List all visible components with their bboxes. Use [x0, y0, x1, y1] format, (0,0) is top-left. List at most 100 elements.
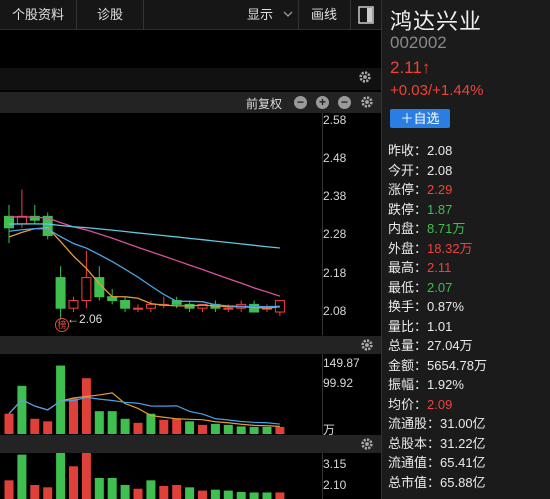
stat-value: 2.11 — [427, 260, 452, 275]
price-axis-label: 2.28 — [323, 227, 347, 242]
gear-icon[interactable] — [358, 70, 372, 84]
stat-row: 总市值：65.88亿 — [388, 473, 548, 493]
volume-bar — [120, 418, 130, 434]
stat-row: 跌停：1.87 — [388, 200, 548, 220]
indicator-axis-mid: 2.10 — [323, 478, 347, 492]
low-price-marker: ←2.06 — [67, 312, 103, 326]
stat-value: 18.32万 — [427, 240, 473, 256]
candle-body — [133, 307, 143, 310]
stat-value: 1.92% — [427, 377, 464, 392]
stat-label: 流通股： — [388, 416, 441, 431]
toolbar-separator — [350, 0, 351, 30]
stock-diagnosis-button[interactable]: 诊股 — [77, 0, 143, 30]
ma10-line — [8, 227, 280, 308]
indicator-bar — [223, 490, 233, 499]
kline-header: 前复权 − + − — [0, 92, 381, 113]
stat-row: 最高：2.11 — [388, 258, 548, 278]
indicator-bar — [56, 453, 66, 499]
price-axis-label: 2.18 — [323, 265, 347, 280]
current-price: 2.11↑ — [390, 58, 431, 77]
indicator-bar — [94, 477, 104, 499]
panel-toggle-icon[interactable] — [354, 0, 378, 30]
indicator-bar — [275, 492, 285, 499]
candle-body — [81, 277, 92, 302]
volume-bar — [159, 419, 169, 434]
stat-value: 2.29 — [427, 182, 453, 197]
volume-bar — [30, 418, 40, 434]
plus-icon[interactable]: + — [316, 96, 329, 109]
stock-profile-button[interactable]: 个股资料 — [0, 0, 76, 30]
stat-value: 2.09 — [427, 396, 453, 412]
stat-label: 外盘： — [388, 240, 428, 256]
adjust-mode-label[interactable]: 前复权 — [246, 95, 282, 112]
indicator-bar — [133, 488, 143, 499]
price-axis-label: 2.58 — [323, 112, 347, 127]
stat-value: 2.07 — [427, 279, 453, 295]
indicator-bar — [30, 484, 40, 499]
stat-row: 总量：27.04万 — [388, 336, 548, 356]
volume-bar — [198, 424, 207, 434]
volume-axis-max: 149.87 — [323, 356, 360, 370]
kline-chart[interactable] — [0, 113, 322, 335]
stat-label: 均价： — [388, 396, 428, 412]
stat-label: 总量： — [388, 338, 428, 353]
volume-bar — [69, 398, 78, 434]
stock-name: 鸿达兴业 — [390, 9, 483, 34]
chevron-down-icon[interactable] — [281, 0, 295, 30]
volume-bar — [172, 418, 182, 434]
volume-bar — [94, 411, 104, 434]
stat-row: 外盘：18.32万 — [388, 239, 548, 259]
minus-icon[interactable]: − — [338, 96, 351, 109]
volume-bar — [146, 413, 156, 434]
stat-row: 流通股：31.00亿 — [388, 414, 548, 434]
volume-bar — [275, 426, 285, 434]
axis-divider — [322, 113, 323, 335]
candle-body — [120, 300, 131, 309]
indicator-header — [0, 435, 381, 453]
candle-body — [68, 300, 79, 309]
stat-label: 量比： — [388, 318, 428, 334]
stock-code: 002002 — [390, 33, 447, 52]
stat-label: 振幅： — [388, 377, 428, 392]
stat-label: 内盘： — [388, 221, 428, 236]
stat-label: 总股本： — [388, 435, 441, 451]
stat-value: 31.22亿 — [440, 435, 486, 451]
price-change: +0.03/+1.44% — [390, 82, 484, 99]
volume-axis-mid: 99.92 — [323, 376, 354, 390]
indicator-chart[interactable] — [0, 453, 322, 499]
indicator-bar — [236, 491, 246, 499]
add-watchlist-button[interactable]: ＋自选 — [390, 109, 450, 128]
stat-value: 65.41亿 — [440, 455, 486, 470]
price-axis-label: 2.08 — [323, 304, 347, 319]
minus-icon[interactable]: − — [294, 96, 307, 109]
indicator-bar — [81, 453, 91, 499]
indicator-bar — [120, 484, 130, 499]
gear-icon[interactable] — [360, 437, 374, 451]
draw-line-button[interactable]: 画线 — [302, 0, 346, 30]
indicator-bar — [4, 480, 14, 499]
indicator-bar — [210, 489, 220, 499]
stat-row: 换手：0.87% — [388, 297, 548, 317]
stat-row: 涨停：2.29 — [388, 180, 548, 200]
stat-row: 振幅：1.92% — [388, 375, 548, 395]
stat-label: 跌停： — [388, 201, 428, 217]
volume-ma10-line — [8, 396, 280, 425]
stat-value: 65.88亿 — [440, 474, 486, 490]
indicator-bar — [43, 487, 53, 499]
display-menu-button[interactable]: 显示 — [240, 0, 280, 30]
stat-row: 均价：2.09 — [388, 395, 548, 415]
gear-icon[interactable] — [360, 338, 374, 352]
axis-divider — [322, 453, 323, 499]
gear-icon[interactable] — [360, 95, 374, 109]
stat-label: 总市值： — [388, 474, 441, 490]
volume-bar — [81, 378, 91, 434]
quote-panel: 鸿达兴业 002002 2.11↑ +0.03/+1.44% ＋自选 昨收：2.… — [381, 0, 550, 499]
volume-chart[interactable] — [0, 354, 322, 434]
volume-bar — [185, 421, 195, 434]
stat-value: 2.08 — [427, 162, 453, 178]
volume-bar — [43, 421, 53, 434]
indicator-bar — [172, 484, 182, 499]
stat-value: 1.01 — [427, 318, 453, 334]
chart-area[interactable]: 个股资料 诊股 显示 画线 前复权 − + − 2.58 2.48 2.38 2.28… — [0, 0, 381, 499]
toolbar-separator — [143, 0, 144, 30]
